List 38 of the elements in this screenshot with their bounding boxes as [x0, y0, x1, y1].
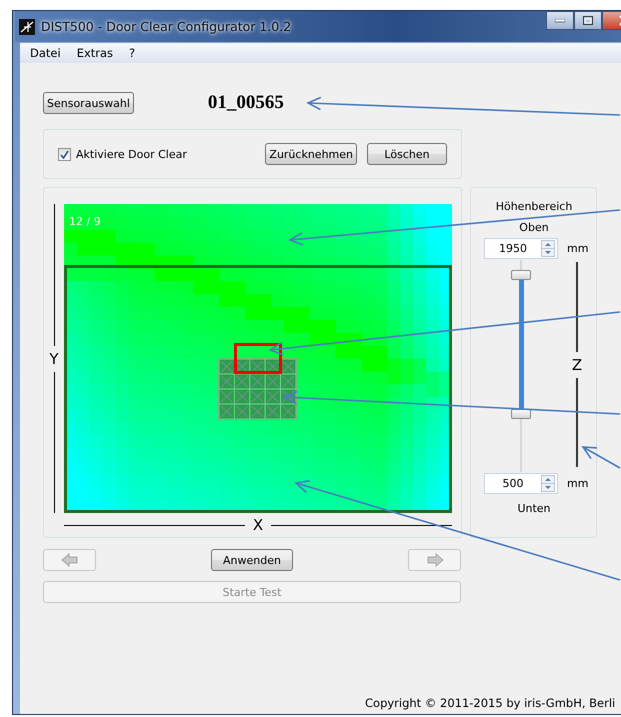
unit-label: mm	[567, 477, 588, 490]
maximize-button[interactable]	[574, 11, 602, 30]
window-title: DIST500 - Door Clear Configurator 1.0.2	[41, 19, 292, 34]
annotation-arrow	[581, 446, 620, 469]
grid-position-label: 12 / 9	[69, 215, 101, 228]
z-axis-label: Z	[572, 354, 582, 376]
x-axis-label: X	[252, 516, 264, 534]
spin-arrows-icon[interactable]	[541, 240, 555, 257]
checkmark-icon	[60, 150, 69, 158]
copyright-text: Copyright © 2011-2015 by iris-GmbH, Berli	[365, 696, 616, 710]
minimize-icon	[555, 18, 565, 22]
apply-button[interactable]: Anwenden	[211, 549, 293, 571]
delete-button[interactable]: Löschen	[367, 143, 447, 165]
right-arrow-icon	[426, 553, 444, 567]
lower-label: Unten	[516, 501, 552, 517]
checkbox[interactable]	[58, 148, 71, 160]
menu-item[interactable]: ?	[121, 46, 144, 60]
selection-rectangle[interactable]	[234, 343, 282, 374]
maximize-icon	[583, 16, 593, 25]
slider-handle[interactable]	[511, 270, 531, 280]
upper-value-field[interactable]: 1950	[484, 238, 558, 259]
masked-cells-grid[interactable]	[218, 358, 297, 420]
app-logo-icon	[19, 18, 35, 34]
upper-label: Oben	[518, 220, 550, 236]
menu-item[interactable]: Extras	[68, 46, 122, 60]
sensor-select-button[interactable]: Sensorauswahl	[43, 92, 134, 114]
sensor-id: 01_00565	[208, 92, 284, 114]
checkbox-label: Aktiviere Door Clear	[76, 148, 187, 160]
lower-value-field[interactable]: 500	[484, 473, 558, 494]
spin-arrows-icon[interactable]	[541, 475, 555, 492]
y-axis-label: Y	[49, 348, 59, 370]
left-arrow-icon	[60, 553, 78, 567]
minimize-button[interactable]	[546, 11, 574, 30]
slider-handle[interactable]	[511, 409, 531, 420]
undo-button[interactable]: Zurücknehmen	[265, 143, 357, 165]
panel-title: Höhenbereich	[494, 199, 574, 215]
unit-label: mm	[567, 242, 588, 255]
menu-item[interactable]: Datei	[22, 46, 69, 60]
